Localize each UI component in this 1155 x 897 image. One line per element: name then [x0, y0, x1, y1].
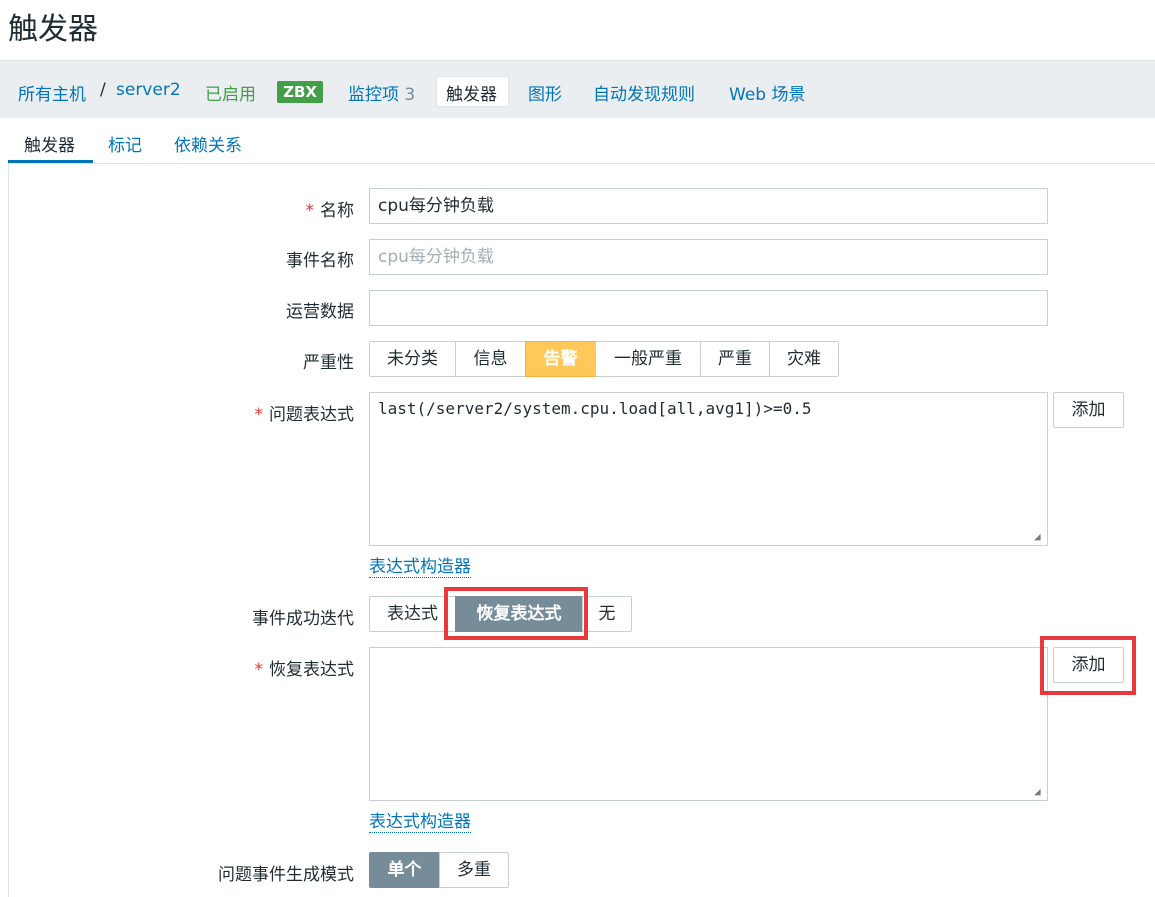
recovery-mode-none[interactable]: 无 [582, 596, 632, 632]
highlight-box-recovery-add [1040, 636, 1136, 695]
nav-host-link[interactable]: server2 [116, 80, 181, 100]
severity-information[interactable]: 信息 [455, 341, 526, 377]
problem-expression-label: * 问题表达式 [254, 405, 355, 425]
required-mark: * [305, 201, 315, 221]
opdata-label: 运营数据 [286, 302, 354, 322]
host-nav-bar: 所有主机 / server2 已启用 监控项 3 图形 自动发现规则 Web 场… [0, 60, 1155, 118]
severity-warning[interactable]: 告警 [525, 341, 596, 377]
gen-mode-label: 问题事件生成模式 [218, 865, 354, 885]
nav-graphs-link[interactable]: 图形 [528, 80, 562, 105]
problem-expression-builder-link[interactable]: 表达式构造器 [369, 557, 471, 578]
event-name-label: 事件名称 [286, 251, 354, 271]
recovery-expression-builder-link[interactable]: 表达式构造器 [369, 812, 471, 833]
resize-handle-icon[interactable]: ◢ [1034, 786, 1044, 797]
opdata-input[interactable] [369, 290, 1048, 326]
gen-mode-single[interactable]: 单个 [369, 852, 440, 888]
tab-trigger[interactable]: 触发器 [24, 131, 75, 156]
severity-not-classified[interactable]: 未分类 [369, 341, 456, 377]
resize-handle-icon[interactable]: ◢ [1034, 531, 1044, 542]
severity-disaster[interactable]: 灾难 [769, 341, 839, 377]
required-mark: * [254, 405, 264, 425]
required-mark: * [254, 660, 264, 680]
nav-discovery-link[interactable]: 自动发现规则 [593, 80, 695, 105]
tab-tags[interactable]: 标记 [108, 131, 142, 156]
nav-web-link[interactable]: Web 场景 [729, 80, 805, 105]
severity-label: 严重性 [303, 353, 354, 373]
recovery-mode-label: 事件成功迭代 [252, 609, 354, 629]
recovery-mode-expression[interactable]: 表达式 [369, 596, 456, 632]
tab-dependencies[interactable]: 依赖关系 [174, 131, 242, 156]
severity-selector: 未分类 信息 告警 一般严重 严重 灾难 [369, 341, 839, 377]
severity-high[interactable]: 严重 [700, 341, 770, 377]
nav-triggers-tab-active[interactable]: 触发器 [436, 76, 509, 107]
name-input[interactable]: cpu每分钟负载 [369, 188, 1048, 224]
nav-items-link[interactable]: 监控项 3 [348, 80, 415, 105]
host-status-enabled[interactable]: 已启用 [205, 80, 256, 105]
zbx-availability-badge: ZBX [277, 81, 323, 103]
name-label: * 名称 [305, 201, 355, 221]
tab-active-underline [8, 160, 93, 163]
recovery-expression-label: * 恢复表达式 [254, 660, 355, 680]
page-title: 触发器 [8, 12, 98, 47]
nav-all-hosts-link[interactable]: 所有主机 [18, 80, 86, 105]
highlight-box-recovery-mode [444, 587, 588, 640]
gen-mode-multiple[interactable]: 多重 [439, 852, 509, 888]
severity-average[interactable]: 一般严重 [595, 341, 701, 377]
problem-add-button[interactable]: 添加 [1053, 392, 1124, 428]
event-name-input[interactable]: cpu每分钟负载 [369, 239, 1048, 275]
breadcrumb-separator: / [100, 80, 106, 100]
nav-triggers-label: 触发器 [446, 85, 497, 105]
nav-items-label: 监控项 [348, 85, 399, 105]
recovery-expression-textarea[interactable]: ◢ [369, 647, 1048, 801]
problem-expression-text: last(/server2/system.cpu.load[all,avg1])… [378, 399, 812, 418]
problem-expression-textarea[interactable]: last(/server2/system.cpu.load[all,avg1])… [369, 392, 1048, 546]
nav-items-count: 3 [404, 85, 416, 105]
gen-mode-selector: 单个 多重 [369, 852, 509, 888]
form-tab-bar: 触发器 标记 依赖关系 [8, 118, 1155, 164]
